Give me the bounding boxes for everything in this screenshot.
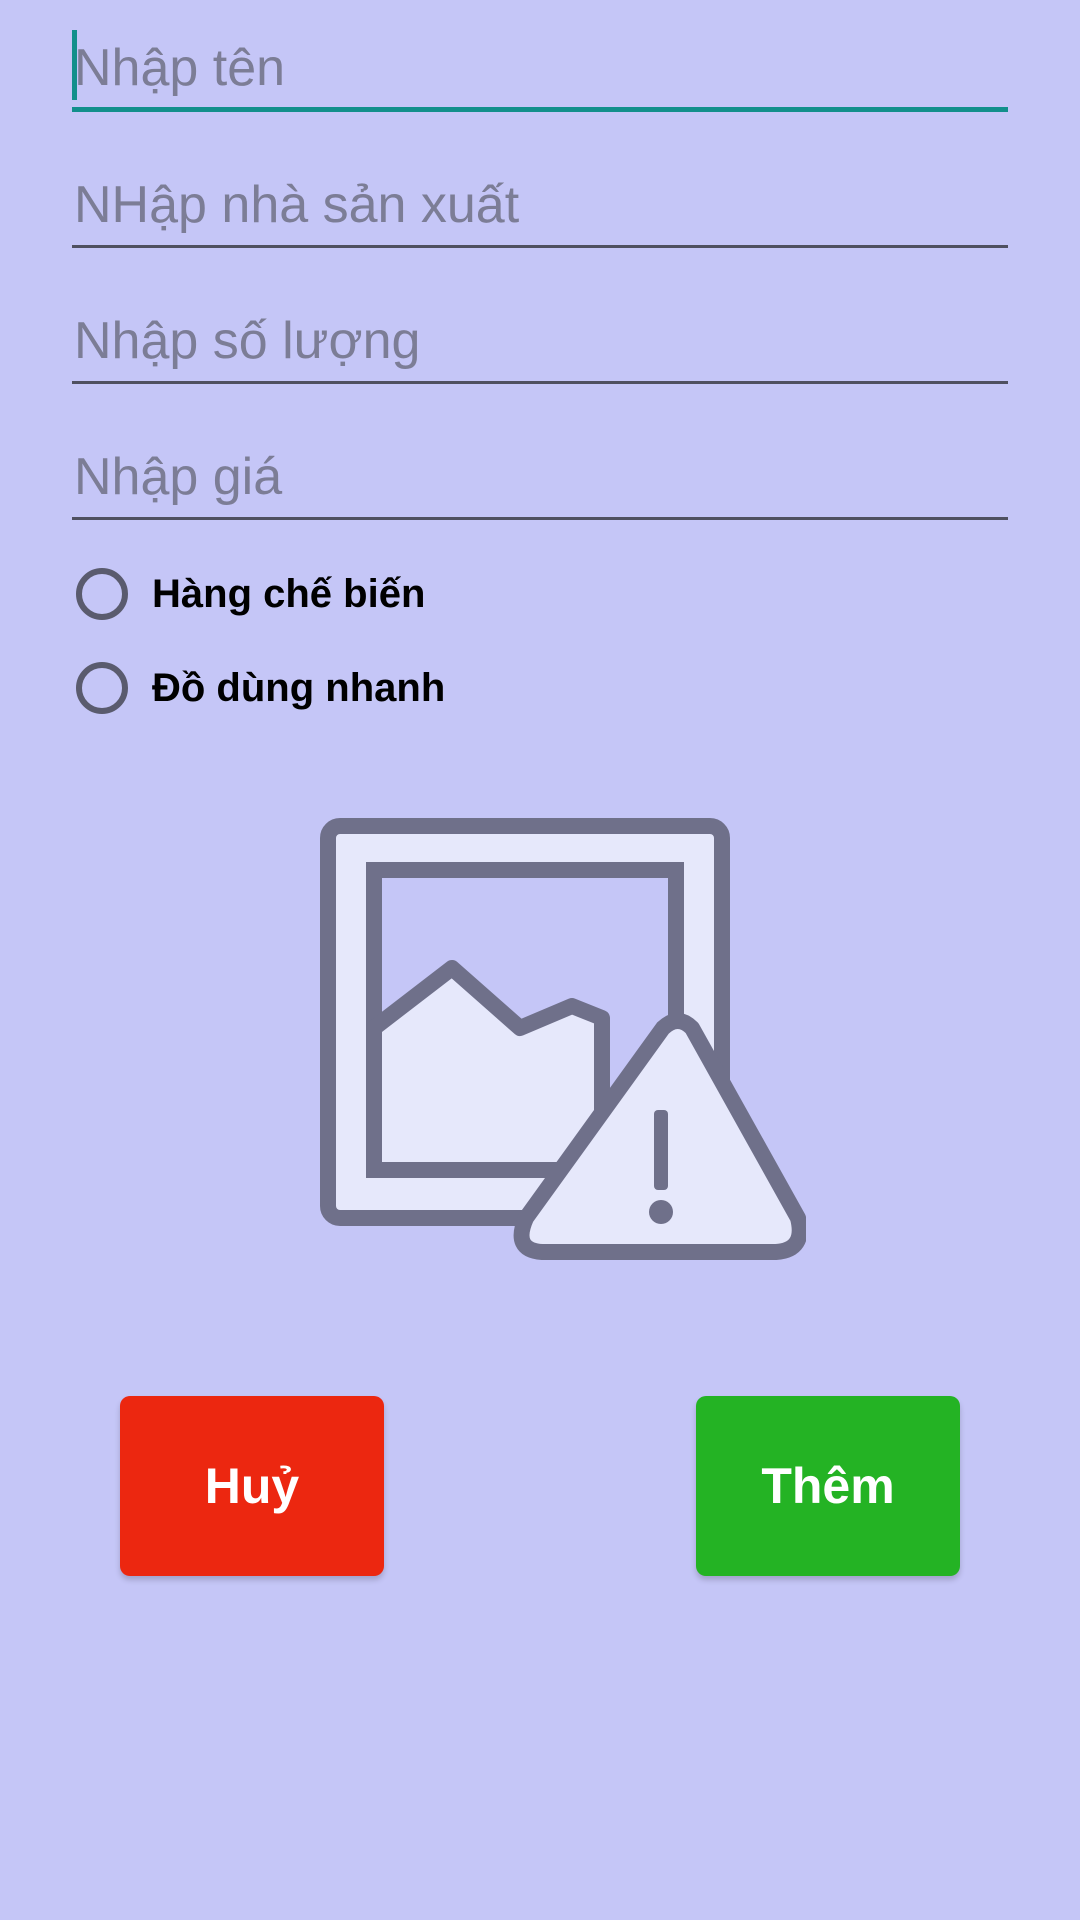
add-button[interactable]: Thêm [696,1396,960,1576]
text-cursor [72,30,77,100]
manufacturer-input[interactable] [72,164,1008,245]
add-button-label: Thêm [761,1458,895,1514]
cancel-button[interactable]: Huỷ [120,1396,384,1576]
radio-processed-goods[interactable]: Hàng chế biến [76,562,425,626]
product-image[interactable] [320,818,808,1260]
radio-consumables[interactable]: Đồ dùng nhanh [76,656,445,720]
radio-label-consumables: Đồ dùng nhanh [152,665,446,710]
broken-image-icon [320,818,808,1260]
radio-label-processed-goods: Hàng chế biến [152,571,426,616]
cancel-button-label: Huỷ [204,1458,300,1514]
quantity-field[interactable] [72,300,1008,384]
quantity-input[interactable] [72,300,1008,381]
price-input[interactable] [72,436,1008,517]
name-field[interactable] [72,28,1008,112]
name-input[interactable] [72,28,1008,107]
manufacturer-field[interactable] [72,164,1008,248]
price-field[interactable] [72,436,1008,520]
radio-button[interactable] [76,662,128,714]
radio-button[interactable] [76,568,128,620]
